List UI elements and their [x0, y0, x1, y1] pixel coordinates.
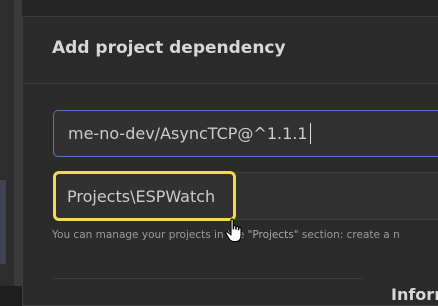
dialog-title: Add project dependency — [52, 38, 286, 58]
side-panel-edge — [14, 0, 22, 286]
text-caret — [309, 123, 311, 144]
dependency-spec-input[interactable]: me-no-dev/AsyncTCP@^1.1.1 — [53, 110, 438, 157]
dependency-spec-value: me-no-dev/AsyncTCP@^1.1.1 — [68, 124, 308, 143]
info-heading: Inforr — [391, 285, 438, 304]
title-divider — [23, 83, 438, 84]
project-select-field[interactable]: Projects\ESPWatch — [53, 171, 236, 221]
projects-section-link[interactable]: "Projects" — [248, 229, 299, 241]
project-select-value: Projects\ESPWatch — [67, 186, 216, 206]
side-panel-accent — [0, 180, 6, 264]
add-dependency-dialog: Add project dependency me-no-dev/AsyncTC… — [22, 16, 438, 306]
help-text-start: You can manage your projects in the — [52, 229, 248, 241]
help-text-end: section: create a n — [298, 229, 400, 241]
hand-pointer-icon — [225, 218, 242, 243]
section-divider — [53, 278, 363, 279]
